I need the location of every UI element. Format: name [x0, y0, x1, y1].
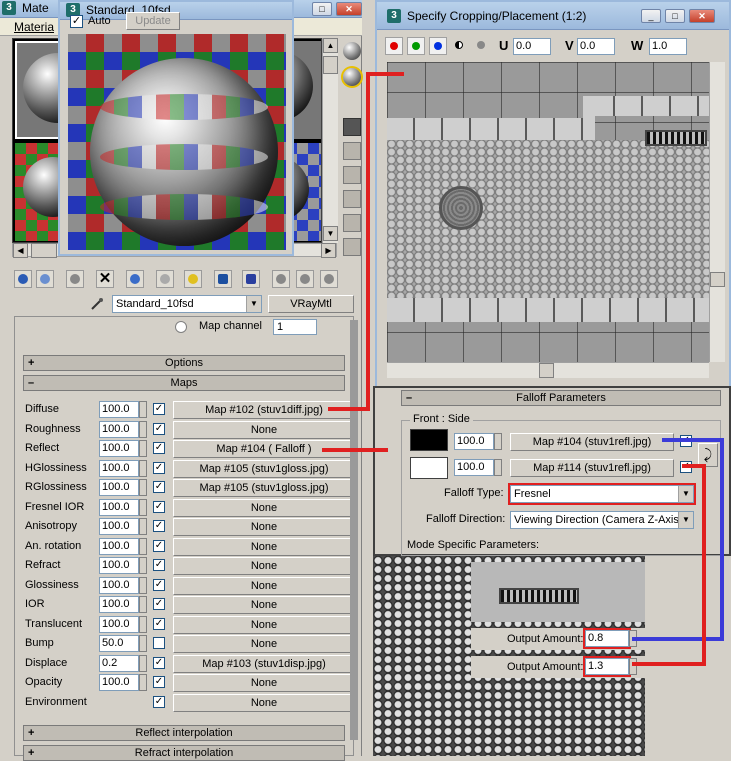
side-output-link-line [632, 464, 706, 666]
annotation-lines [322, 72, 724, 666]
front-output-link-line [632, 438, 724, 641]
diffuse-link-line [328, 72, 404, 411]
